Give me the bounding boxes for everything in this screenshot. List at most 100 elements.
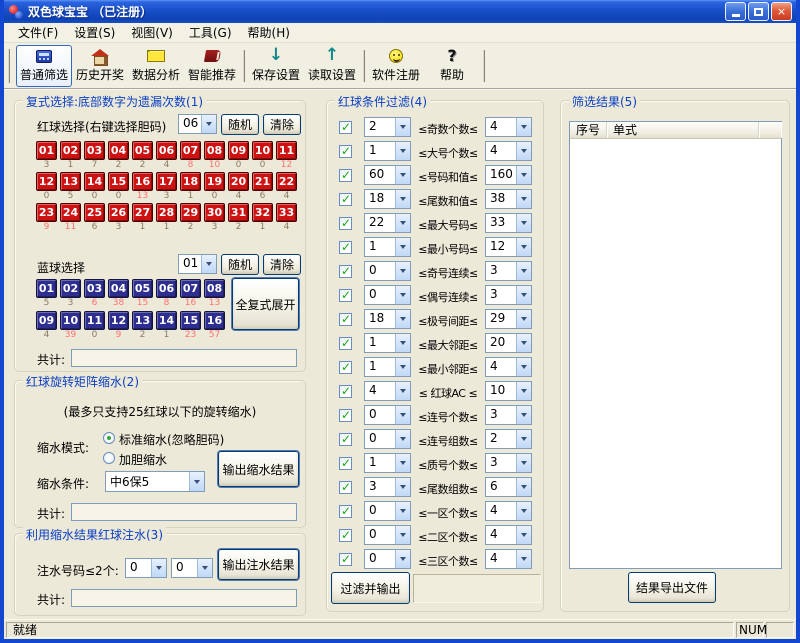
filter-checkbox[interactable] [339,384,352,398]
filter-min-combo[interactable]: 1 [364,357,411,377]
chevron-down-icon[interactable] [395,214,410,232]
filter-min-combo[interactable]: 1 [364,237,411,257]
filter-checkbox[interactable] [339,432,352,446]
blue-ball[interactable]: 02 [60,279,81,298]
menu-item-0[interactable]: 文件(F) [10,22,66,43]
red-ball[interactable]: 26 [108,203,129,222]
group2-total-field[interactable] [71,503,297,521]
red-ball[interactable]: 25 [84,203,105,222]
filter-min-combo[interactable]: 2 [364,117,411,137]
full-expand-button[interactable]: 全复式展开 [232,278,299,330]
group1-total-field[interactable] [71,349,297,367]
menu-item-1[interactable]: 设置(S) [66,22,123,43]
red-ball[interactable]: 12 [36,172,57,191]
toolbar-button-data-analysis[interactable]: 数据分析 [128,45,184,87]
red-ball[interactable]: 06 [156,141,177,160]
filter-min-combo[interactable]: 0 [364,525,411,545]
minimize-button[interactable] [725,2,746,21]
chevron-down-icon[interactable] [516,382,531,400]
chevron-down-icon[interactable] [395,286,410,304]
blue-clear-button[interactable]: 清除 [263,254,301,275]
blue-ball[interactable]: 06 [156,279,177,298]
menu-item-3[interactable]: 工具(G) [181,22,240,43]
chevron-down-icon[interactable] [395,238,410,256]
red-ball[interactable]: 03 [84,141,105,160]
filter-checkbox[interactable] [339,288,352,302]
filter-max-combo[interactable]: 3 [485,285,532,305]
inject-combo-1[interactable]: 0 [125,558,167,578]
chevron-down-icon[interactable] [516,166,531,184]
filter-max-combo[interactable]: 3 [485,405,532,425]
chevron-down-icon[interactable] [395,406,410,424]
red-ball[interactable]: 14 [84,172,105,191]
group3-total-field[interactable] [71,589,297,607]
filter-checkbox[interactable] [339,408,352,422]
red-ball[interactable]: 33 [276,203,297,222]
red-ball[interactable]: 08 [204,141,225,160]
chevron-down-icon[interactable] [395,142,410,160]
filter-output-button[interactable]: 过滤并输出 [331,572,410,604]
chevron-down-icon[interactable] [516,262,531,280]
toolbar-button-normal-filter[interactable]: 普通筛选 [16,45,72,87]
filter-max-combo[interactable]: 33 [485,213,532,233]
filter-max-combo[interactable]: 4 [485,549,532,569]
results-listview[interactable]: 序号 单式 [569,121,782,569]
filter-max-combo[interactable]: 12 [485,237,532,257]
blue-ball[interactable]: 10 [60,311,81,330]
inject-combo-2[interactable]: 0 [171,558,213,578]
red-ball[interactable]: 05 [132,141,153,160]
filter-min-combo[interactable]: 18 [364,189,411,209]
blue-ball[interactable]: 04 [108,279,129,298]
chevron-down-icon[interactable] [395,478,410,496]
chevron-down-icon[interactable] [395,430,410,448]
chevron-down-icon[interactable] [516,454,531,472]
red-ball[interactable]: 07 [180,141,201,160]
chevron-down-icon[interactable] [395,454,410,472]
filter-min-combo[interactable]: 22 [364,213,411,233]
toolbar-button-software-register[interactable]: 软件注册 [368,45,424,87]
red-ball[interactable]: 02 [60,141,81,160]
close-button[interactable]: × [771,2,792,21]
red-ball[interactable]: 13 [60,172,81,191]
blue-ball[interactable]: 01 [36,279,57,298]
output-shrink-button[interactable]: 输出缩水结果 [218,451,299,487]
toolbar-button-save-settings[interactable]: 保存设置 [248,45,304,87]
filter-max-combo[interactable]: 29 [485,309,532,329]
filter-min-combo[interactable]: 0 [364,261,411,281]
maximize-button[interactable] [748,2,769,21]
column-single[interactable]: 单式 [607,122,759,138]
toolbar-button-smart-recommend[interactable]: 智能推荐 [184,45,240,87]
filter-min-combo[interactable]: 0 [364,429,411,449]
filter-checkbox[interactable] [339,360,352,374]
chevron-down-icon[interactable] [516,550,531,568]
filter-max-combo[interactable]: 3 [485,261,532,281]
blue-ball[interactable]: 13 [132,311,153,330]
filter-checkbox[interactable] [339,120,352,134]
chevron-down-icon[interactable] [516,118,531,136]
red-ball[interactable]: 01 [36,141,57,160]
chevron-down-icon[interactable] [516,358,531,376]
filter-min-combo[interactable]: 4 [364,381,411,401]
red-ball[interactable]: 18 [180,172,201,191]
results-list-body[interactable] [570,139,781,568]
filter-min-combo[interactable]: 1 [364,453,411,473]
filter-max-combo[interactable]: 4 [485,501,532,521]
red-ball[interactable]: 32 [252,203,273,222]
filter-min-combo[interactable]: 0 [364,285,411,305]
blue-ball[interactable]: 14 [156,311,177,330]
blue-ball[interactable]: 15 [180,311,201,330]
red-count-combo[interactable]: 06 [178,114,217,134]
chevron-down-icon[interactable] [516,478,531,496]
menu-item-2[interactable]: 视图(V) [123,22,181,43]
export-results-button[interactable]: 结果导出文件 [628,572,716,603]
chevron-down-icon[interactable] [395,382,410,400]
red-ball[interactable]: 10 [252,141,273,160]
red-ball[interactable]: 28 [156,203,177,222]
red-ball[interactable]: 16 [132,172,153,191]
chevron-down-icon[interactable] [516,406,531,424]
filter-min-combo[interactable]: 60 [364,165,411,185]
blue-ball[interactable]: 05 [132,279,153,298]
red-ball[interactable]: 23 [36,203,57,222]
chevron-down-icon[interactable] [201,255,216,273]
chevron-down-icon[interactable] [201,115,216,133]
